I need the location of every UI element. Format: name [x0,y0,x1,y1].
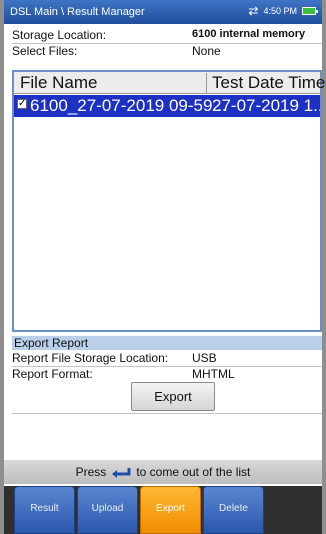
column-test-date-time[interactable]: Test Date Time [212,73,325,93]
select-files-label: Select Files: [12,44,78,58]
report-format-value[interactable]: MHTML [192,367,235,381]
export-report-header: Export Report [12,336,322,350]
battery-icon [302,7,318,15]
tab-delete[interactable]: Delete [203,486,264,534]
file-list-header: File Name Test Date Time [14,72,325,94]
divider [12,413,322,414]
tab-export[interactable]: Export [140,486,201,534]
column-separator [206,73,207,93]
clock: 4:50 PM [263,6,297,16]
tab-upload[interactable]: Upload [77,486,138,534]
report-format-row[interactable]: Report Format: MHTML [12,367,318,381]
report-storage-label: Report File Storage Location: [12,351,169,365]
file-list-row[interactable]: ✓ 6100_27-07-2019 09-59... 27-07-2019 1.… [14,95,320,117]
report-storage-row[interactable]: Report File Storage Location: USB [12,351,318,365]
file-list[interactable]: File Name Test Date Time ✓ 6100_27-07-20… [12,70,325,332]
breadcrumb: DSL Main \ Result Manager [10,6,145,18]
back-arrow-icon [112,468,131,478]
hint-prefix: Press [75,465,107,479]
status-area: ⇄ 4:50 PM [248,3,318,18]
row-checkbox[interactable]: ✓ [17,99,27,109]
storage-location-label: Storage Location: [12,28,107,42]
bottom-tab-bar: Result Upload Export Delete [4,486,322,534]
select-files-row[interactable]: Select Files: None [12,44,318,58]
storage-location-row[interactable]: Storage Location: 6100 internal memory [12,28,318,42]
export-button[interactable]: Export [131,382,215,411]
hint-suffix: to come out of the list [136,465,251,479]
column-file-name[interactable]: File Name [20,73,97,93]
tab-result[interactable]: Result [14,486,75,534]
select-files-value[interactable]: None [192,44,221,58]
title-bar: DSL Main \ Result Manager ⇄ 4:50 PM [4,0,322,24]
report-storage-value[interactable]: USB [192,351,217,365]
hint-bar: Press to come out of the list [4,460,322,484]
row-test-date-time: 27-07-2019 1... [212,96,320,115]
storage-location-value[interactable]: 6100 internal memory [192,28,305,40]
row-file-name: 6100_27-07-2019 09-59... [30,96,227,115]
sync-arrows-icon: ⇄ [248,3,259,18]
report-format-label: Report Format: [12,367,93,381]
